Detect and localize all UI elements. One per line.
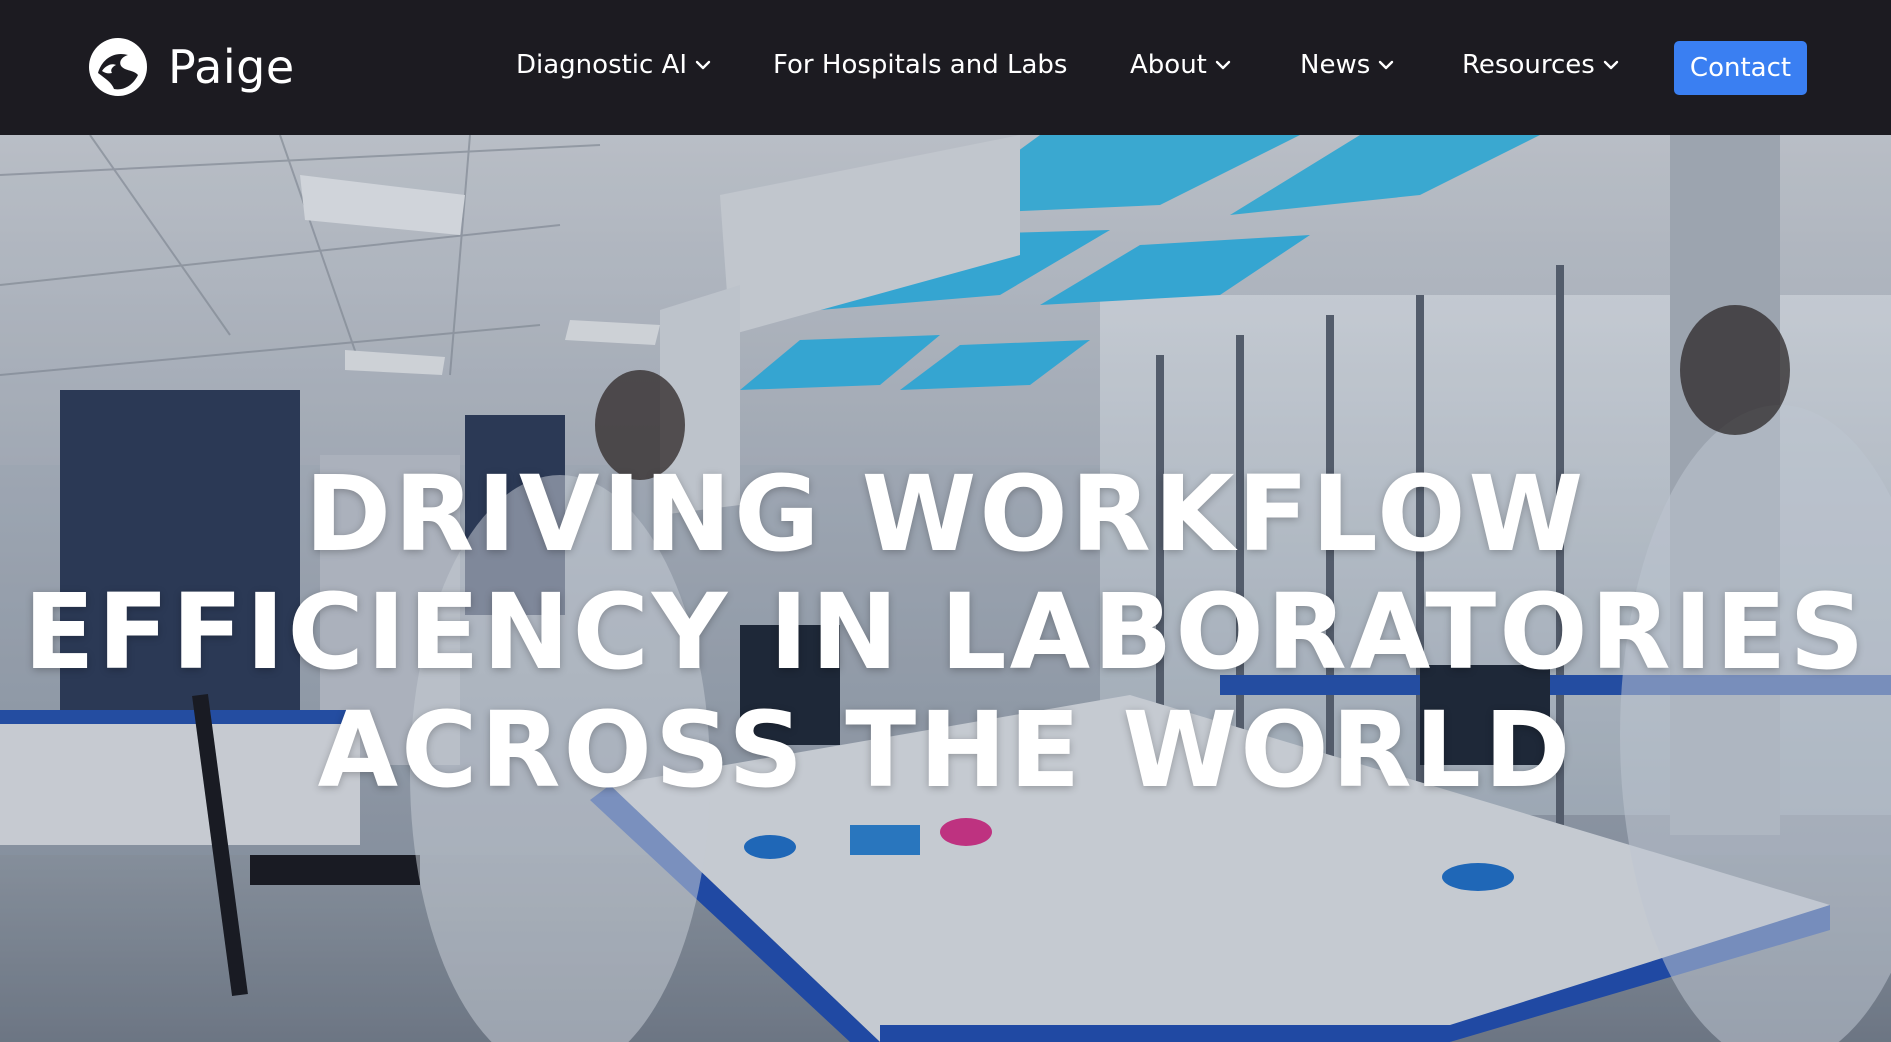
contact-button[interactable]: Contact [1674, 41, 1807, 95]
nav-item-diagnostic-ai[interactable]: Diagnostic AI [516, 50, 711, 80]
headline-line-1: DRIVING WORKFLOW [304, 453, 1587, 575]
nav-item-for-hospitals-and-labs[interactable]: For Hospitals and Labs [773, 50, 1067, 80]
hero-headline: DRIVING WORKFLOW EFFICIENCY IN LABORATOR… [0, 455, 1891, 809]
nav-item-news[interactable]: News [1300, 50, 1394, 80]
main-menu: Diagnostic AI For Hospitals and Labs Abo… [0, 0, 1891, 135]
chevron-down-icon [695, 60, 711, 70]
nav-item-label: For Hospitals and Labs [773, 50, 1068, 80]
nav-item-label: About [1130, 50, 1207, 80]
headline-line-3: ACROSS THE WORLD [317, 689, 1574, 811]
nav-item-about[interactable]: About [1130, 50, 1231, 80]
nav-item-label: Diagnostic AI [516, 50, 688, 80]
headline-line-2: EFFICIENCY IN LABORATORIES [23, 571, 1868, 693]
chevron-down-icon [1379, 60, 1394, 70]
nav-item-label: Resources [1462, 50, 1595, 80]
chevron-down-icon [1215, 60, 1231, 70]
nav-item-label: News [1300, 50, 1371, 80]
chevron-down-icon [1603, 60, 1618, 70]
top-navigation-bar: Paige Diagnostic AI For Hospitals and La… [0, 0, 1891, 135]
hero-section: DRIVING WORKFLOW EFFICIENCY IN LABORATOR… [0, 135, 1891, 1042]
nav-item-resources[interactable]: Resources [1462, 50, 1619, 80]
